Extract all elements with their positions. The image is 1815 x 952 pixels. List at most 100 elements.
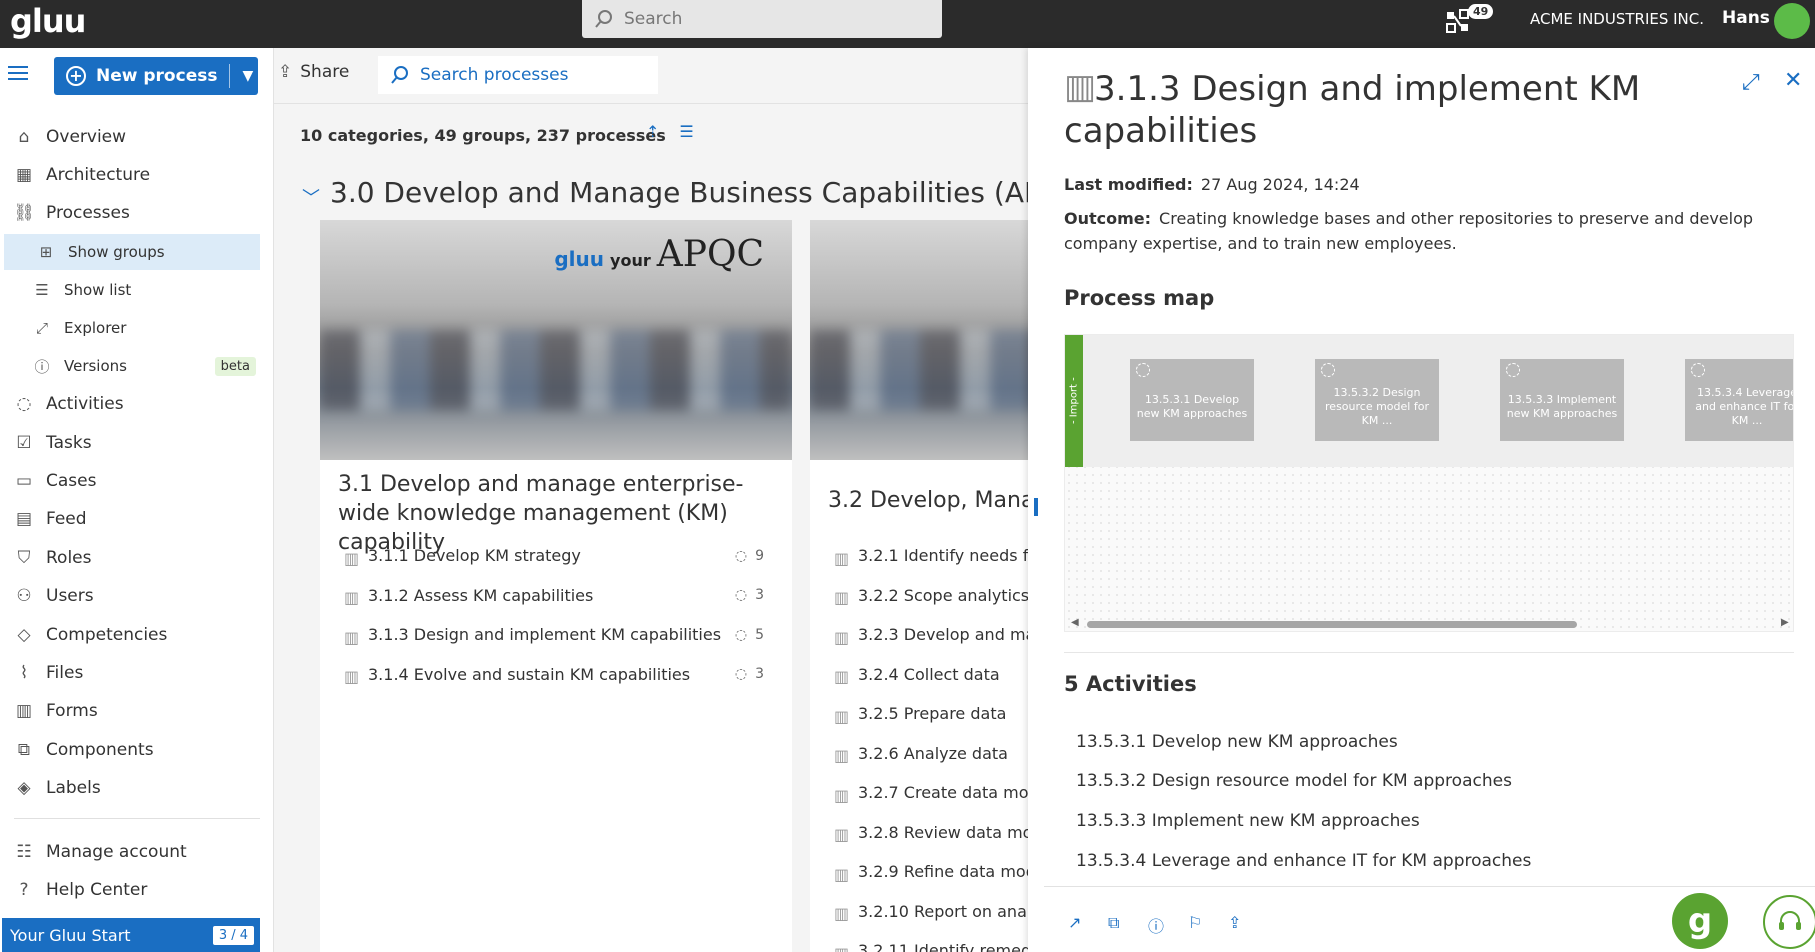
info-icon[interactable]: ⓘ bbox=[1148, 913, 1168, 936]
sidebar-item-show-groups[interactable]: ⊞ Show groups bbox=[4, 234, 260, 270]
sidebar-item-versions[interactable]: ⓘ Versions beta bbox=[0, 348, 262, 384]
divider bbox=[1064, 652, 1794, 653]
sidebar-item-feed[interactable]: ▤ Feed bbox=[0, 501, 262, 537]
open-arrow-icon[interactable]: ↗ bbox=[1068, 913, 1088, 933]
process-list: ▥ 3.2.1 Identify needs fr ▥ 3.2.2 Scope an… bbox=[834, 536, 1028, 952]
share-button[interactable]: ⇪ Share bbox=[278, 62, 349, 82]
card-title[interactable]: 3.2 Develop, Manag bbox=[828, 486, 1028, 515]
new-window-icon[interactable]: ⧉ bbox=[1108, 913, 1128, 933]
process-row[interactable]: ▥ 3.2.2 Scope analytics p bbox=[834, 576, 1028, 616]
process-map-activity[interactable]: 13.5.3.3 Implement new KM approaches bbox=[1500, 359, 1624, 441]
process-row[interactable]: ▥ 3.2.1 Identify needs fr bbox=[834, 536, 1028, 576]
process-icon: ▥ bbox=[834, 904, 850, 924]
users-icon: ⚇ bbox=[16, 586, 32, 606]
process-icon: ▥ bbox=[834, 706, 850, 726]
user-name[interactable]: Hans bbox=[1722, 8, 1770, 28]
process-map-activity[interactable]: 13.5.3.1 Develop new KM approaches bbox=[1130, 359, 1254, 441]
horizontal-scrollbar[interactable]: ◀ ▶ bbox=[1065, 615, 1793, 631]
sidebar-item-help-center[interactable]: ? Help Center bbox=[0, 872, 262, 908]
process-row[interactable]: ▥ 3.2.3 Develop and ma bbox=[834, 615, 1028, 655]
process-row[interactable]: ▥ 3.2.9 Refine data mod bbox=[834, 852, 1028, 892]
menu-toggle-icon[interactable] bbox=[8, 66, 28, 80]
sidebar-item-label: Versions bbox=[64, 357, 127, 375]
sidebar-divider bbox=[14, 818, 260, 819]
bookmark-icon[interactable]: ⚐ bbox=[1188, 913, 1208, 933]
grid-icon: ⊞ bbox=[39, 243, 53, 261]
sidebar-item-architecture[interactable]: ▦ Architecture bbox=[0, 157, 262, 193]
global-search-placeholder: Search bbox=[624, 9, 683, 29]
sort-icon[interactable]: ⇡ bbox=[646, 122, 659, 141]
sidebar-item-files[interactable]: ⌇ Files bbox=[0, 655, 262, 691]
scroll-left-icon[interactable]: ◀ bbox=[1071, 617, 1079, 628]
process-map[interactable]: - Import - 13.5.3.1 Develop new KM appro… bbox=[1064, 334, 1794, 632]
sidebar-item-tasks[interactable]: ☑ Tasks bbox=[0, 425, 262, 461]
headset-icon bbox=[1779, 911, 1801, 930]
sidebar-item-labels[interactable]: ◈ Labels bbox=[0, 770, 262, 806]
sidebar-item-roles[interactable]: ⛉ Roles bbox=[0, 540, 262, 576]
activity-item[interactable]: 13.5.3.4 Leverage and enhance IT for KM … bbox=[1076, 841, 1776, 881]
scroll-right-icon[interactable]: ▶ bbox=[1781, 617, 1789, 628]
activities-list: 13.5.3.1 Develop new KM approaches 13.5.… bbox=[1076, 722, 1776, 880]
process-row[interactable]: ▥ 3.2.6 Analyze data bbox=[834, 734, 1028, 774]
activity-item[interactable]: 13.5.3.2 Design resource model for KM ap… bbox=[1076, 762, 1776, 802]
help-icon: ? bbox=[19, 880, 29, 900]
beta-badge: beta bbox=[214, 356, 256, 376]
sidebar-item-overview[interactable]: ⌂ Overview bbox=[0, 119, 262, 155]
process-row[interactable]: ▥ 3.2.8 Review data moc bbox=[834, 813, 1028, 853]
process-map-activity[interactable]: 13.5.3.4 Leverage and enhance IT for KM … bbox=[1685, 359, 1793, 441]
process-row[interactable]: ▥ 3.1.4 Evolve and sustain KM capabiliti… bbox=[344, 655, 764, 695]
activity-item[interactable]: 13.5.3.1 Develop new KM approaches bbox=[1076, 722, 1776, 762]
sidebar-item-manage-account[interactable]: ☷ Manage account bbox=[0, 834, 262, 870]
process-row[interactable]: ▥3.2.11 Identify remedi bbox=[834, 931, 1028, 952]
sidebar-item-label: Manage account bbox=[46, 842, 187, 862]
outcome: Outcome: Creating knowledge bases and oth… bbox=[1064, 209, 1754, 253]
lane-label: - Import - bbox=[1065, 335, 1083, 467]
ai-assistant-button[interactable]: g bbox=[1672, 893, 1728, 949]
process-icon: ▥ bbox=[834, 588, 850, 608]
sidebar-item-components[interactable]: ⧉ Components bbox=[0, 732, 262, 768]
sidebar-item-forms[interactable]: ▥ Forms bbox=[0, 693, 262, 729]
sidebar-item-competencies[interactable]: ◇ Competencies bbox=[0, 617, 262, 653]
support-headset-button[interactable] bbox=[1763, 895, 1815, 949]
sidebar-item-processes[interactable]: ⛓ Processes bbox=[0, 195, 262, 231]
sidebar-item-label: Competencies bbox=[46, 625, 168, 645]
checkbox-icon: ☑ bbox=[16, 433, 32, 453]
process-row[interactable]: ▥ 3.1.1 Develop KM strategy ◌ 9 bbox=[344, 536, 764, 576]
process-row[interactable]: ▥ 3.2.4 Collect data bbox=[834, 655, 1028, 695]
chevron-down-icon[interactable]: ▼ bbox=[242, 68, 253, 84]
process-row[interactable]: ▥ 3.1.3 Design and implement KM capabili… bbox=[344, 615, 764, 655]
close-icon[interactable]: ✕ bbox=[1784, 68, 1802, 93]
last-modified: Last modified: 27 Aug 2024, 14:24 bbox=[1064, 175, 1360, 194]
sidebar-item-cases[interactable]: ▭ Cases bbox=[0, 463, 262, 499]
activity-spinner-icon bbox=[1136, 363, 1150, 377]
gluu-logo[interactable]: gluu bbox=[10, 2, 86, 40]
sidebar-item-users[interactable]: ⚇ Users bbox=[0, 578, 262, 614]
new-process-button[interactable]: + New process ▼ bbox=[54, 57, 258, 95]
expand-icon[interactable]: ⤢ bbox=[1742, 70, 1760, 95]
share-icon[interactable]: ⇪ bbox=[1228, 913, 1248, 933]
notifications-button[interactable]: 49 bbox=[1444, 4, 1494, 40]
panel-actions: ↗ ⧉ ⓘ ⚐ ⇪ g bbox=[1044, 886, 1815, 952]
sidebar-item-activities[interactable]: ◌ Activities bbox=[0, 386, 262, 422]
gluu-start-button[interactable]: Your Gluu Start 3 / 4 bbox=[2, 918, 260, 952]
user-avatar[interactable] bbox=[1774, 3, 1810, 39]
global-search-input[interactable]: Search bbox=[582, 0, 942, 38]
outline-icon[interactable]: ☰ bbox=[679, 122, 693, 141]
process-map-activity[interactable]: 13.5.3.2 Design resource model for KM ..… bbox=[1315, 359, 1439, 441]
sidebar-item-show-list[interactable]: ☰ Show list bbox=[0, 272, 262, 308]
process-row[interactable]: ▥ 3.2.5 Prepare data bbox=[834, 694, 1028, 734]
activity-item[interactable]: 13.5.3.3 Implement new KM approaches bbox=[1076, 801, 1776, 841]
panel-resize-handle[interactable] bbox=[1034, 498, 1038, 516]
section-title[interactable]: 3.0 Develop and Manage Business Capabili… bbox=[330, 176, 1028, 209]
toolbar: + New process ▼ ⇪ Share Search processes bbox=[54, 48, 1028, 104]
chevron-down-icon[interactable]: ﹀ bbox=[302, 184, 320, 210]
organization-name[interactable]: ACME INDUSTRIES INC. bbox=[1530, 10, 1704, 28]
sidebar-item-label: Architecture bbox=[46, 165, 151, 185]
search-processes-input[interactable]: Search processes bbox=[378, 56, 658, 94]
architecture-icon: ▦ bbox=[15, 165, 33, 185]
process-row[interactable]: ▥ 3.2.7 Create data moc bbox=[834, 773, 1028, 813]
scrollbar-thumb[interactable] bbox=[1087, 621, 1577, 628]
process-row[interactable]: ▥ 3.2.10 Report on analy bbox=[834, 892, 1028, 932]
process-row[interactable]: ▥ 3.1.2 Assess KM capabilities ◌ 3 bbox=[344, 576, 764, 616]
sidebar-item-explorer[interactable]: ⤢ Explorer bbox=[0, 310, 262, 346]
